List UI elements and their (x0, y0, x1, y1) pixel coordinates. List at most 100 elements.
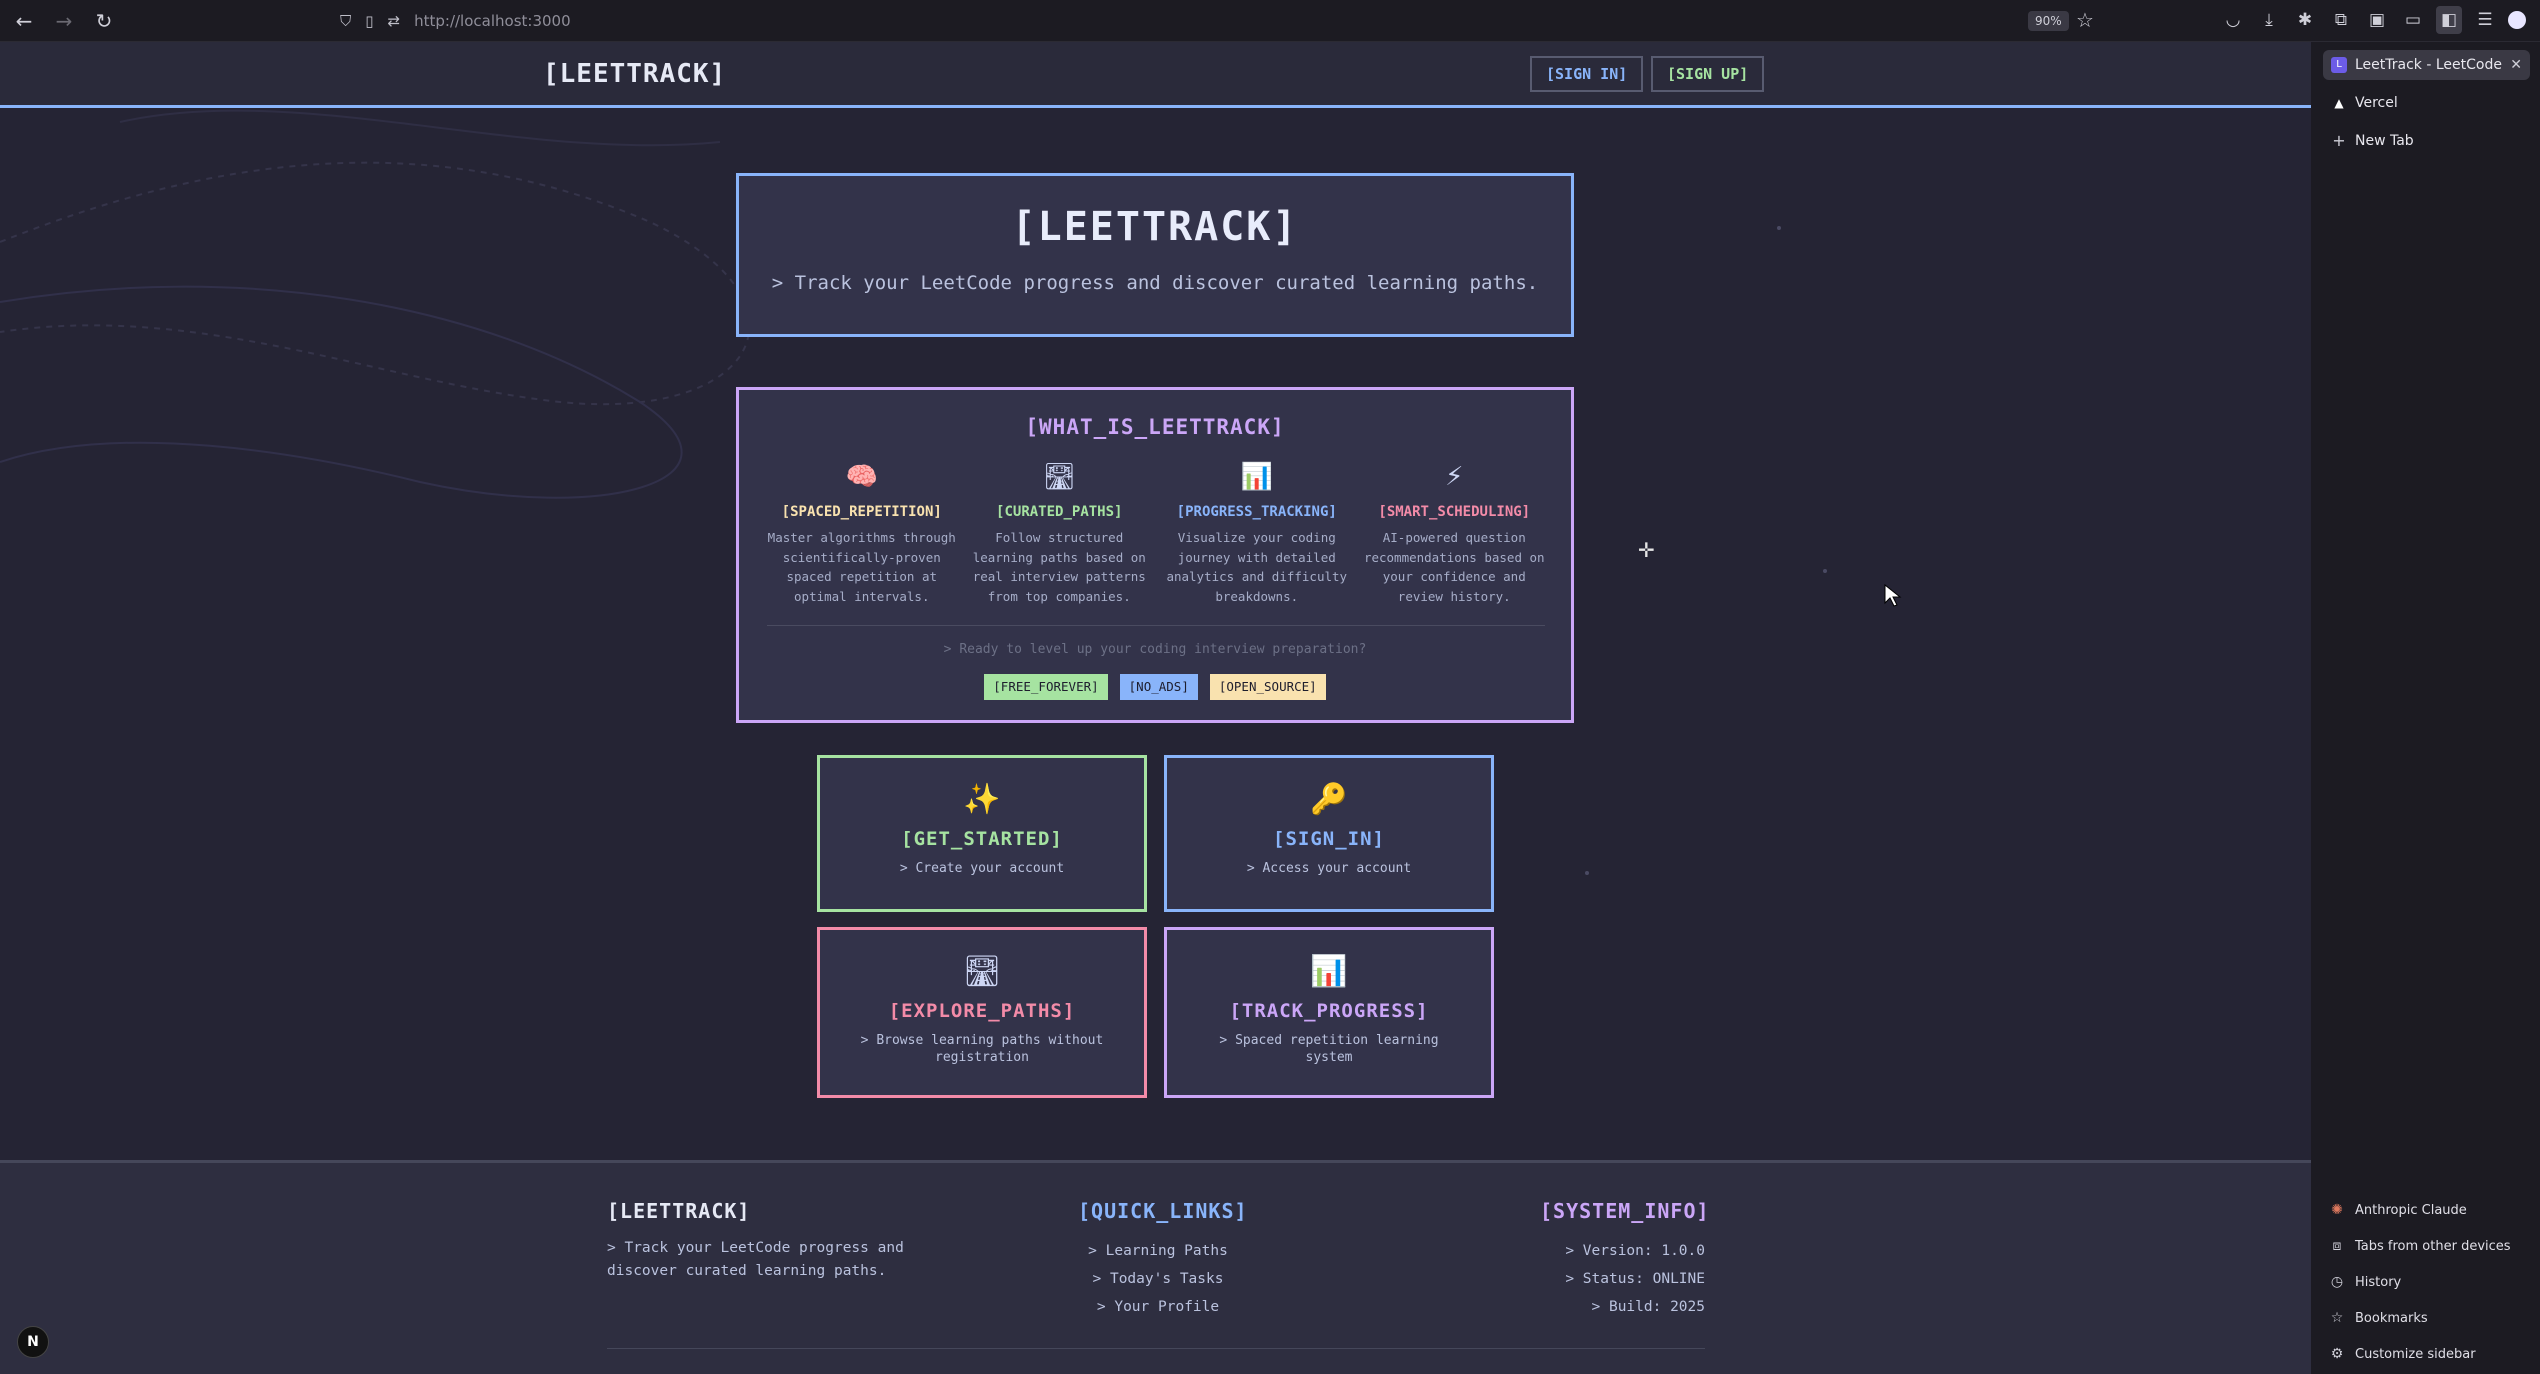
lightning-icon: ⚡ (1445, 462, 1464, 492)
footer-heading: [QUICK_LINKS] (1078, 1199, 1248, 1223)
sidebar-item-devices[interactable]: ⧈ Tabs from other devices (2323, 1228, 2528, 1264)
card-title: [GET_STARTED] (901, 828, 1063, 850)
sidebar-item-history[interactable]: ◷ History (2323, 1264, 2528, 1300)
sidebar-tab-vercel[interactable]: ▲ Vercel (2323, 88, 2530, 118)
feature-title: [CURATED_PATHS] (996, 504, 1123, 520)
pocket-icon[interactable]: ◡ (2220, 6, 2246, 34)
feature-progress-tracking: 📊 [PROGRESS_TRACKING] Visualize your cod… (1158, 460, 1356, 606)
bar-chart-icon: 📊 (1310, 954, 1348, 989)
hero-panel: [LEETTRACK] > Track your LeetCode progre… (736, 173, 1574, 337)
url-text[interactable]: http://localhost:3000 (414, 12, 571, 30)
shield-icon[interactable]: ⛉ (340, 12, 351, 30)
address-bar[interactable]: ⛉ ▯ ⇄ http://localhost:3000 (340, 6, 2080, 36)
card-title: [TRACK_PROGRESS] (1229, 1000, 1429, 1022)
key-icon: 🔑 (1310, 782, 1348, 817)
get-started-card[interactable]: ✨ [GET_STARTED] > Create your account (817, 755, 1147, 912)
feature-smart-scheduling: ⚡ [SMART_SCHEDULING] AI-powered question… (1356, 460, 1554, 606)
puzzle-icon[interactable]: ⧉ (2328, 6, 2354, 34)
footer-link-learning-paths[interactable]: > Learning Paths (1078, 1237, 1238, 1265)
cta-text: > Ready to level up your coding intervie… (943, 642, 1367, 657)
page-icon[interactable]: ▯ (365, 12, 373, 30)
sign-up-button[interactable]: [SIGN UP] (1651, 56, 1765, 92)
hero-subtitle: > Track your LeetCode progress and disco… (771, 272, 1539, 294)
background-dot (1777, 226, 1781, 230)
site-footer: [LEETTRACK] > Track your LeetCode progre… (0, 1160, 2311, 1374)
feature-description: Visualize your coding journey with detai… (1166, 530, 1348, 604)
feature-title: [PROGRESS_TRACKING] (1176, 504, 1337, 520)
footer-quick-links: [QUICK_LINKS] > Learning Paths > Today's… (1078, 1199, 1248, 1321)
plus-icon: + (2332, 131, 2346, 150)
site-header: [LEETTRACK] [SIGN IN] [SIGN UP] (0, 42, 2311, 108)
reload-icon[interactable]: ↻ (88, 5, 120, 37)
claude-icon: ✺ (2331, 1202, 2343, 1218)
site-logo[interactable]: [LEETTRACK] (543, 59, 726, 89)
star-icon[interactable]: ☆ (2076, 8, 2094, 32)
sidebar-item-bookmarks[interactable]: ☆ Bookmarks (2323, 1300, 2528, 1336)
zoom-level[interactable]: 90% (2028, 11, 2069, 31)
hero-title: [LEETTRACK] (1011, 204, 1299, 250)
sidebar-item-label: Tabs from other devices (2355, 1238, 2511, 1254)
nextjs-dev-badge[interactable]: N (17, 1326, 49, 1358)
card-title: [EXPLORE_PATHS] (888, 1000, 1076, 1022)
track-progress-card[interactable]: 📊 [TRACK_PROGRESS] > Spaced repetition l… (1164, 927, 1494, 1098)
badge-free-forever: [FREE_FOREVER] (984, 674, 1108, 700)
divider (767, 625, 1545, 626)
background-dot (1823, 569, 1827, 573)
road-icon: 🛣 (962, 954, 1002, 989)
tab-label: LeetTrack - LeetCode Le (2355, 57, 2502, 73)
footer-brand-text: > Track your LeetCode progress and disco… (607, 1240, 904, 1279)
badge-list: [FREE_FOREVER] [NO_ADS] [OPEN_SOURCE] (739, 674, 1571, 700)
feature-description: Follow structured learning paths based o… (972, 530, 1146, 604)
about-panel: [WHAT_IS_LEETTRACK] 🧠 [SPACED_REPETITION… (736, 387, 1574, 723)
card-subtitle: > Browse learning paths without registra… (860, 1033, 1104, 1065)
sidebar-item-customize[interactable]: ⚙ Customize sidebar (2323, 1336, 2528, 1372)
feature-description: AI-powered question recommendations base… (1363, 530, 1545, 604)
sidebar-item-label: Anthropic Claude (2355, 1202, 2467, 1218)
sidebar-item-claude[interactable]: ✺ Anthropic Claude (2323, 1192, 2528, 1228)
system-version: > Version: 1.0.0 (1565, 1243, 1705, 1259)
explore-paths-card[interactable]: 🛣 [EXPLORE_PATHS] > Browse learning path… (817, 927, 1147, 1098)
sidebar-new-tab[interactable]: + New Tab (2323, 126, 2530, 156)
page-viewport: [LEETTRACK] [SIGN IN] [SIGN UP] [LEETTRA… (0, 42, 2311, 1374)
bar-chart-icon: 📊 (1240, 462, 1273, 492)
sidebar-toggle-icon[interactable]: ◧ (2436, 6, 2462, 34)
close-icon[interactable]: ✕ (2510, 57, 2522, 73)
menu-icon[interactable]: ☰ (2472, 6, 2498, 34)
permissions-icon[interactable]: ⇄ (388, 12, 401, 30)
background-dot (1585, 871, 1589, 875)
container-icon[interactable]: ▣ (2364, 6, 2390, 34)
gear-icon: ⚙ (2330, 1346, 2344, 1362)
sign-in-button[interactable]: [SIGN IN] (1530, 56, 1644, 92)
brain-icon: 🧠 (845, 462, 878, 492)
footer-link-todays-tasks[interactable]: > Today's Tasks (1078, 1265, 1238, 1293)
road-icon: 🛣 (1042, 462, 1076, 492)
card-title: [SIGN_IN] (1273, 828, 1385, 850)
card-subtitle: > Create your account (899, 861, 1065, 876)
sidebar-item-label: Bookmarks (2355, 1310, 2428, 1326)
sparkles-icon: ✨ (963, 782, 1001, 817)
badge-open-source: [OPEN_SOURCE] (1209, 674, 1326, 700)
feature-list: 🧠 [SPACED_REPETITION] Master algorithms … (763, 460, 1553, 606)
about-title: [WHAT_IS_LEETTRACK] (1025, 415, 1285, 439)
footer-divider (607, 1348, 1705, 1349)
download-icon[interactable]: ⤓ (2256, 6, 2282, 34)
star-icon: ☆ (2330, 1310, 2344, 1326)
devices-icon: ⧈ (2332, 1238, 2342, 1254)
forward-arrow-icon[interactable]: → (48, 5, 80, 37)
footer-link-profile[interactable]: > Your Profile (1078, 1293, 1238, 1321)
footer-logo: [LEETTRACK] (607, 1199, 751, 1223)
sidebar-tab-leettrack[interactable]: L LeetTrack - LeetCode Le ✕ (2323, 50, 2530, 80)
system-status: > Status: ONLINE (1565, 1271, 1705, 1287)
feature-spaced-repetition: 🧠 [SPACED_REPETITION] Master algorithms … (763, 460, 961, 606)
badge-no-ads: [NO_ADS] (1119, 674, 1198, 700)
sign-in-card[interactable]: 🔑 [SIGN_IN] > Access your account (1164, 755, 1494, 912)
footer-system-info: [SYSTEM_INFO] > Version: 1.0.0 > Status:… (1540, 1199, 1710, 1321)
footer-heading: [SYSTEM_INFO] (1540, 1199, 1710, 1223)
feature-curated-paths: 🛣 [CURATED_PATHS] Follow structured lear… (961, 460, 1159, 606)
extension-icon[interactable]: ✱ (2292, 6, 2318, 34)
sidebar-item-label: History (2355, 1274, 2402, 1290)
screenshot-icon[interactable]: ▭ (2400, 6, 2426, 34)
tab-label: Vercel (2355, 95, 2398, 111)
profile-avatar[interactable] (2508, 11, 2526, 29)
back-arrow-icon[interactable]: ← (8, 5, 40, 37)
